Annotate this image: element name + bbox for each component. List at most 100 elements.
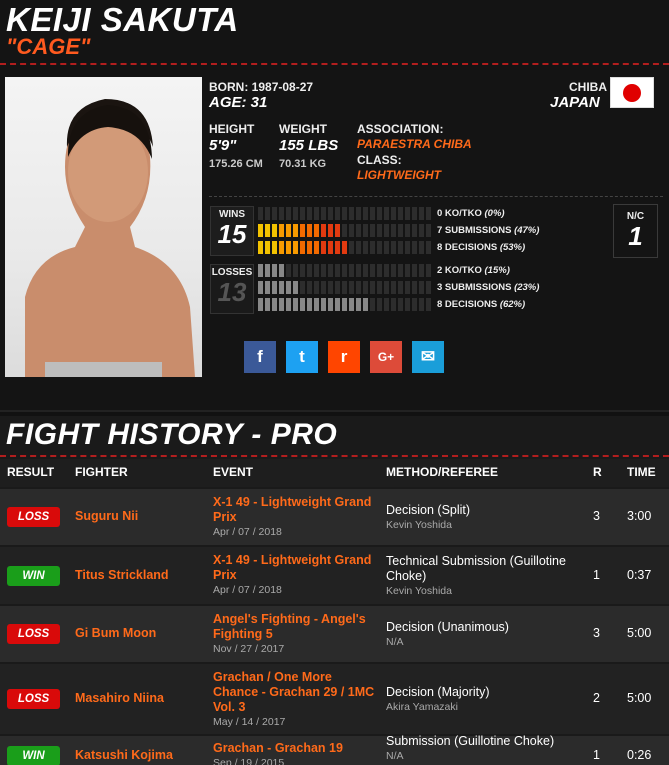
class-link[interactable]: Lightweight [357,167,441,183]
bar-segment [265,264,270,277]
event-link[interactable]: Grachan / One More Chance - Grachan 29 /… [213,670,374,714]
table-row: LOSS Suguru Nii X-1 49 - Lightweight Grand… [0,489,669,545]
opponent-link[interactable]: Katsushi Kojima [75,748,173,762]
bar-segment [426,241,431,254]
bar-segment [258,264,263,277]
round-value: 3 [593,626,600,640]
bar-segment [314,264,319,277]
event-cell: X-1 49 - Lightweight Grand Prix Apr / 07 … [213,553,378,597]
time-value: 3:00 [627,509,652,523]
bar-segment [321,264,326,277]
bar-segment [258,298,263,311]
bar-segment [314,224,319,237]
time-value: 5:00 [627,691,652,705]
opponent-link[interactable]: Titus Strickland [75,568,169,582]
bar-segment [349,281,354,294]
bar-segment [391,264,396,277]
bar-segment [307,264,312,277]
bar-segment [258,207,263,220]
height-metric: 175.26 CM [209,158,263,170]
bar-segment [335,281,340,294]
event-link[interactable]: X-1 49 - Lightweight Grand Prix [213,495,371,524]
bar-segment [272,224,277,237]
bar-segment [405,224,410,237]
bar-segment [300,207,305,220]
referee: N/A [386,750,404,762]
bar-segment [391,241,396,254]
undefined-bar-1 [258,224,434,237]
google-plus-icon[interactable]: G+ [370,341,402,373]
bar-segment [384,281,389,294]
bar-segment [286,241,291,254]
opponent-link[interactable]: Suguru Nii [75,509,138,523]
bar-segment [391,224,396,237]
undefined-bar-label-2: 8 DECISIONS (62%) [437,299,526,310]
bar-segment [391,207,396,220]
bar-segment [377,224,382,237]
bar-segment [279,207,284,220]
method-text: Technical Submission (Guillotine Choke) [386,553,566,583]
facebook-icon[interactable]: f [244,341,276,373]
referee: Kevin Yoshida [386,518,452,531]
undefined-bar-0 [258,207,434,220]
bar-segment [419,224,424,237]
email-icon[interactable]: ✉ [412,341,444,373]
bar-segment [300,281,305,294]
time-value: 5:00 [627,626,652,640]
region: CHIBA [569,80,607,94]
association-link[interactable]: Paraestra Chiba [357,136,472,152]
bar-segment [391,298,396,311]
event-cell: X-1 49 - Lightweight Grand Prix Apr / 07 … [213,495,378,539]
event-link[interactable]: Angel's Fighting - Angel's Fighting 5 [213,612,366,641]
twitter-icon[interactable]: t [286,341,318,373]
bar-segment [377,207,382,220]
undefined-bar-label-2: 8 DECISIONS (53%) [437,242,526,253]
bar-segment [426,281,431,294]
bar-segment [328,241,333,254]
bar-segment [328,298,333,311]
opponent-link[interactable]: Masahiro Niina [75,691,164,705]
bar-segment [342,207,347,220]
bar-segment [349,224,354,237]
event-date: May / 14 / 2017 [213,716,286,728]
bar-segment [265,207,270,220]
bar-segment [419,241,424,254]
losses-box: LOSSES 13 [210,264,254,314]
bar-segment [384,241,389,254]
bar-segment [272,264,277,277]
table-row: LOSS Masahiro Niina Grachan / One More Cha… [0,664,669,734]
bar-segment [342,281,347,294]
undefined-bar-label-1: 3 SUBMISSIONS (23%) [437,282,540,293]
result-badge: LOSS [7,624,60,644]
bar-segment [307,298,312,311]
col-time: TIME [627,465,656,479]
bar-segment [405,298,410,311]
event-link[interactable]: X-1 49 - Lightweight Grand Prix [213,553,371,582]
bar-segment [398,298,403,311]
bar-segment [307,281,312,294]
history-divider [0,455,669,457]
born-line: BORN: 1987-08-27 [209,80,314,94]
round-value: 1 [593,567,600,582]
table-row: WIN Titus Strickland X-1 49 - Lightweight … [0,547,669,604]
bar-segment [265,298,270,311]
opponent-link[interactable]: Gi Bum Moon [75,626,156,640]
height-imperial: 5'9" [209,137,237,154]
reddit-icon[interactable]: r [328,341,360,373]
bar-segment [314,281,319,294]
bar-segment [300,224,305,237]
event-link[interactable]: Grachan - Grachan 19 [213,741,343,755]
bar-segment [405,207,410,220]
bar-segment [272,207,277,220]
association-label: ASSOCIATION: [357,122,444,136]
method-cell: Submission (Guillotine Choke) N/A [386,734,581,763]
weight-imperial: 155 LBS [279,137,339,154]
bar-segment [300,264,305,277]
bar-segment [321,241,326,254]
bar-segment [370,207,375,220]
bar-segment [356,207,361,220]
bar-segment [419,264,424,277]
bar-segment [279,241,284,254]
bar-segment [398,264,403,277]
bar-segment [279,281,284,294]
